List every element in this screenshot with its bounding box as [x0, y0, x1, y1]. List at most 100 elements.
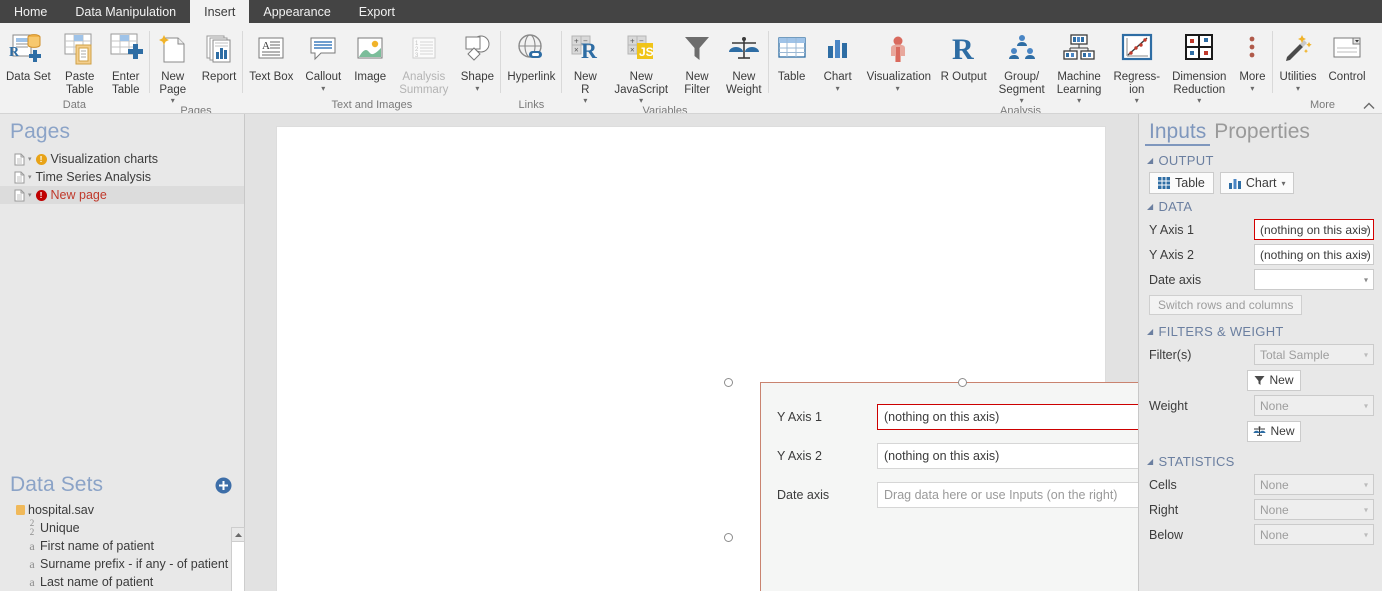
switch-rows-and-columns-button[interactable]: Switch rows and columns — [1149, 295, 1302, 315]
page-item-time-series-analysis[interactable]: ▾ Time Series Analysis — [0, 168, 244, 186]
paste-table-button[interactable]: Paste Table — [57, 27, 103, 96]
text-box-button[interactable]: A Text Box — [243, 27, 299, 84]
tab-inputs[interactable]: Inputs — [1145, 120, 1210, 146]
section-output[interactable]: ◢ OUTPUT — [1139, 148, 1382, 171]
callout-button[interactable]: Callout ▾ — [299, 27, 347, 93]
dimension-reduction-button[interactable]: Dimension Reduction ▾ — [1166, 27, 1232, 105]
new-page-button[interactable]: New Page ▾ — [150, 27, 196, 105]
widget-field-y-axis-2[interactable]: (nothing on this axis) — [877, 443, 1138, 469]
group-segment-button[interactable]: Group/ Segment ▾ — [993, 27, 1051, 105]
variable-row[interactable]: a Last name of patient — [12, 573, 244, 591]
tab-properties[interactable]: Properties — [1210, 120, 1314, 144]
chevron-down-icon[interactable]: ▾ — [1364, 225, 1368, 234]
chevron-down-icon[interactable]: ▾ — [171, 96, 175, 105]
add-circle-icon[interactable] — [215, 477, 232, 494]
variable-row[interactable]: a Surname prefix - if any - of patient — [12, 555, 244, 573]
output-table-button[interactable]: Table — [1149, 172, 1214, 194]
chevron-down-icon[interactable]: ▾ — [896, 84, 900, 93]
utilities-button[interactable]: Utilities ▾ — [1273, 27, 1322, 93]
variable-row[interactable]: 22 Unique — [12, 519, 244, 537]
ribbon-collapse-button[interactable] — [1362, 101, 1376, 111]
chevron-down-icon[interactable]: ▾ — [321, 84, 325, 93]
variable-row[interactable]: a First name of patient — [12, 537, 244, 555]
resize-handle-middle-left[interactable] — [724, 533, 733, 542]
section-data[interactable]: ◢ DATA — [1139, 194, 1382, 217]
page-canvas-area[interactable]: Y Axis 1 (nothing on this axis) Y Axis 2… — [245, 114, 1138, 591]
chevron-down-icon[interactable]: ▾ — [1296, 84, 1300, 93]
widget-field-date-axis[interactable]: Drag data here or use Inputs (on the rig… — [877, 482, 1138, 508]
collapse-triangle-icon[interactable]: ◢ — [1147, 457, 1153, 466]
chevron-down-icon[interactable]: ▾ — [1364, 275, 1368, 284]
new-weight-button[interactable]: New Weight — [720, 27, 768, 96]
input-select-filters[interactable]: Total Sample ▾ — [1254, 344, 1374, 365]
new-filter-button[interactable]: New Filter — [674, 27, 720, 96]
scroll-up-arrow-icon[interactable] — [232, 528, 244, 542]
input-select-cells[interactable]: None ▾ — [1254, 474, 1374, 495]
chevron-down-icon[interactable]: ▾ — [639, 96, 643, 105]
data-sets-scrollbar[interactable] — [231, 527, 245, 591]
image-button[interactable]: Image — [347, 27, 393, 84]
chevron-down-icon[interactable]: ▾ — [836, 84, 840, 93]
new-javascript-button[interactable]: + − × JS New JavaScript ▾ — [608, 27, 674, 105]
resize-handle-top-center[interactable] — [958, 378, 967, 387]
chevron-down-icon[interactable]: ▾ — [1364, 350, 1368, 359]
ribbon-group-label-variables: Variables — [562, 105, 767, 114]
chevron-down-icon[interactable]: ▾ — [1364, 480, 1368, 489]
chevron-down-icon[interactable]: ▾ — [28, 191, 32, 199]
collapse-triangle-icon[interactable]: ◢ — [1147, 202, 1153, 211]
chevron-down-icon[interactable]: ▾ — [1364, 530, 1368, 539]
chevron-down-icon[interactable]: ▾ — [1364, 250, 1368, 259]
machine-learning-button[interactable]: Machine Learning ▾ — [1051, 27, 1108, 105]
input-select-y-axis-2[interactable]: (nothing on this axis) ▾ — [1254, 244, 1374, 265]
chevron-down-icon[interactable]: ▾ — [1135, 96, 1139, 105]
control-button[interactable]: Control — [1323, 27, 1372, 84]
section-filters-weight[interactable]: ◢ FILTERS & WEIGHT — [1139, 319, 1382, 342]
page-item-visualization-charts[interactable]: ▾ ! Visualization charts — [0, 150, 244, 168]
input-select-weight[interactable]: None ▾ — [1254, 395, 1374, 416]
input-select-date-axis[interactable]: ▾ — [1254, 269, 1374, 290]
new-filter-button-panel[interactable]: New — [1247, 370, 1301, 391]
resize-handle-top-left[interactable] — [724, 378, 733, 387]
menu-item-data-manipulation[interactable]: Data Manipulation — [61, 0, 190, 23]
input-select-y-axis-1[interactable]: (nothing on this axis) ▾ — [1254, 219, 1374, 240]
chevron-down-icon[interactable]: ▾ — [1364, 505, 1368, 514]
hyperlink-button[interactable]: Hyperlink — [501, 27, 561, 84]
menu-item-export[interactable]: Export — [345, 0, 409, 23]
more-analysis-button[interactable]: More ▾ — [1232, 27, 1272, 93]
input-select-below[interactable]: None ▾ — [1254, 524, 1374, 545]
chart-button[interactable]: Chart ▾ — [815, 27, 861, 93]
new-r-button[interactable]: + − × R New R ▾ — [562, 27, 608, 105]
chevron-down-icon[interactable]: ▾ — [1364, 401, 1368, 410]
chevron-down-icon[interactable]: ▾ — [1250, 84, 1254, 93]
chevron-down-icon[interactable]: ▾ — [28, 173, 32, 181]
chevron-down-icon[interactable]: ▾ — [475, 84, 479, 93]
enter-table-button[interactable]: Enter Table — [103, 27, 149, 96]
r-output-button[interactable]: R R Output — [935, 27, 993, 84]
data-set-button[interactable]: R Data Set — [0, 27, 57, 84]
output-chart-button[interactable]: Chart ▾ — [1220, 172, 1295, 194]
collapse-triangle-icon[interactable]: ◢ — [1147, 327, 1153, 336]
menu-item-appearance[interactable]: Appearance — [249, 0, 344, 23]
table-button[interactable]: Table — [769, 27, 815, 84]
new-weight-button-panel[interactable]: New — [1247, 421, 1301, 442]
menu-item-insert[interactable]: Insert — [190, 0, 249, 23]
input-select-right[interactable]: None ▾ — [1254, 499, 1374, 520]
chevron-down-icon[interactable]: ▾ — [1077, 96, 1081, 105]
chart-placeholder-widget[interactable]: Y Axis 1 (nothing on this axis) Y Axis 2… — [760, 382, 1138, 591]
page-item-new-page[interactable]: ▾ ! New page — [0, 186, 244, 204]
chevron-down-icon[interactable]: ▾ — [583, 96, 587, 105]
report-button[interactable]: Report — [196, 27, 243, 84]
section-statistics[interactable]: ◢ STATISTICS — [1139, 449, 1382, 472]
chevron-down-icon[interactable]: ▾ — [1197, 96, 1201, 105]
widget-field-y-axis-1[interactable]: (nothing on this axis) — [877, 404, 1138, 430]
visualization-button[interactable]: Visualization ▾ — [861, 27, 935, 93]
menu-item-home[interactable]: Home — [0, 0, 61, 23]
report-page[interactable]: Y Axis 1 (nothing on this axis) Y Axis 2… — [277, 127, 1105, 591]
collapse-triangle-icon[interactable]: ◢ — [1147, 156, 1153, 165]
data-set-file-row[interactable]: hospital.sav — [12, 501, 244, 519]
shape-button[interactable]: Shape ▾ — [454, 27, 500, 93]
chevron-down-icon[interactable]: ▾ — [1281, 179, 1285, 188]
regression-button[interactable]: Regress- ion ▾ — [1107, 27, 1166, 105]
chevron-down-icon[interactable]: ▾ — [1020, 96, 1024, 105]
chevron-down-icon[interactable]: ▾ — [28, 155, 32, 163]
